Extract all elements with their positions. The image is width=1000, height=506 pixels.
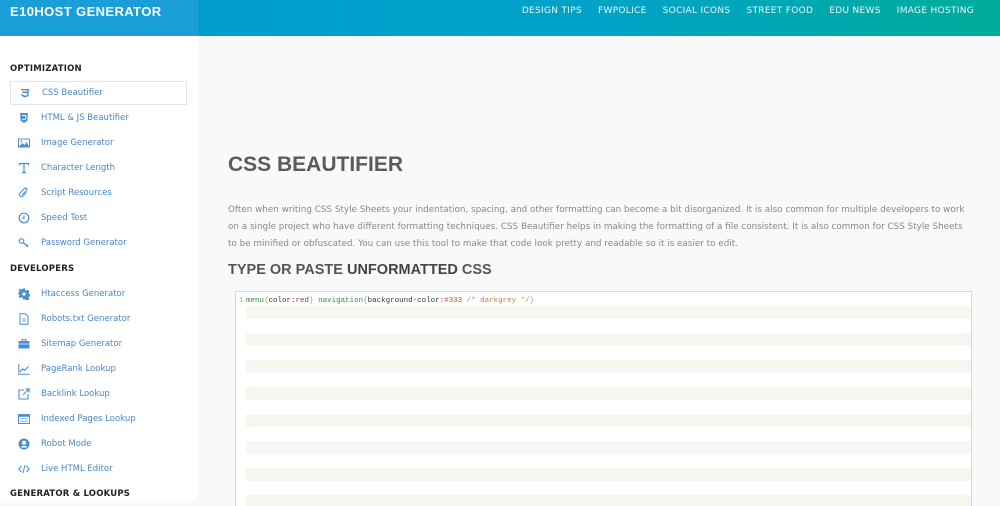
section-title-generator-lookups: GENERATOR & LOOKUPS <box>10 489 131 499</box>
editor-lines[interactable] <box>246 292 971 506</box>
paperclip-icon <box>17 186 31 200</box>
css-code-editor[interactable]: 1 menu{color: red} navigation{background-… <box>235 291 972 506</box>
brand-logo-text[interactable]: E10HOST GENERATOR <box>10 4 162 19</box>
sidebar-item-label: HTML & JS Beautifier <box>41 113 129 123</box>
sidebar-item-indexed-pages-lookup[interactable]: Indexed Pages Lookup <box>10 407 187 431</box>
nav-link-street-food[interactable]: STREET FOOD <box>746 6 813 16</box>
token-selector: navigation <box>313 297 364 305</box>
sidebar-item-css-beautifier[interactable]: CSS Beautifier <box>10 81 187 105</box>
token-property: background-color: <box>367 297 445 305</box>
file-icon <box>17 312 31 326</box>
css3-icon <box>18 86 32 100</box>
section-title-developers: DEVELOPERS <box>10 264 75 274</box>
sidebar-item-label: Live HTML Editor <box>41 464 113 474</box>
token-comment: /* darkgrey */ <box>462 297 530 305</box>
sidebar-item-robots-txt-generator[interactable]: Robots.txt Generator <box>10 307 187 331</box>
sidebar-item-sitemap-generator[interactable]: Sitemap Generator <box>10 332 187 356</box>
token-selector: menu <box>246 297 265 305</box>
sidebar-item-htaccess-generator[interactable]: Htaccess Generator <box>10 282 187 306</box>
image-icon <box>17 136 31 150</box>
nav-link-edu-news[interactable]: EDU NEWS <box>829 6 881 16</box>
user-circle-icon <box>17 437 31 451</box>
input-section-heading: TYPE OR PASTE UNFORMATTED CSS <box>228 262 492 278</box>
subheading-emphasis: UNFORMATTED <box>346 262 458 278</box>
sidebar-item-label: Robot Mode <box>41 439 92 449</box>
editor-gutter <box>236 292 246 506</box>
nav-link-social-icons[interactable]: SOCIAL ICONS <box>663 6 731 16</box>
page-title: CSS BEAUTIFIER <box>228 153 404 176</box>
main-content: CSS BEAUTIFIER Often when writing CSS St… <box>198 36 1000 506</box>
top-nav-links: DESIGN TIPS FWPOLICE SOCIAL ICONS STREET… <box>506 6 974 16</box>
html5-icon <box>17 111 31 125</box>
text-icon <box>17 161 31 175</box>
sidebar-item-backlink-lookup[interactable]: Backlink Lookup <box>10 382 187 406</box>
sidebar-item-live-html-editor[interactable]: Live HTML Editor <box>10 457 187 481</box>
sidebar-item-image-generator[interactable]: Image Generator <box>10 131 187 155</box>
token-value: red <box>295 297 310 305</box>
sidebar-item-label: CSS Beautifier <box>42 88 103 98</box>
sidebar-item-speed-test[interactable]: Speed Test <box>10 206 187 230</box>
sidebar-item-label: Speed Test <box>41 213 88 223</box>
sidebar-item-html-js-beautifier[interactable]: HTML & JS Beautifier <box>10 106 187 130</box>
sidebar-item-character-length[interactable]: Character Length <box>10 156 187 180</box>
line-chart-icon <box>17 362 31 376</box>
tool-description: Often when writing CSS Style Sheets your… <box>228 205 965 249</box>
key-icon <box>17 236 31 250</box>
sidebar-item-label: Indexed Pages Lookup <box>41 414 136 424</box>
sidebar-item-label: Robots.txt Generator <box>41 314 131 324</box>
sidebar-item-label: Sitemap Generator <box>41 339 123 349</box>
brand-block[interactable]: E10HOST GENERATOR <box>0 0 198 36</box>
section-title-optimization: OPTIMIZATION <box>10 64 82 74</box>
browser-icon <box>17 412 31 426</box>
subheading-suffix: CSS <box>457 262 492 278</box>
top-navigation-bar: E10HOST GENERATOR DESIGN TIPS FWPOLICE S… <box>0 0 1000 36</box>
nav-link-image-hosting[interactable]: IMAGE HOSTING <box>897 6 974 16</box>
gear-icon <box>17 287 31 301</box>
nav-link-fwpolice[interactable]: FWPOLICE <box>598 6 647 16</box>
clock-icon <box>17 211 31 225</box>
line-number: 1 <box>238 297 244 305</box>
external-link-icon <box>17 387 31 401</box>
sidebar-item-robot-mode[interactable]: Robot Mode <box>10 432 187 456</box>
sidebar-item-password-generator[interactable]: Password Generator <box>10 231 187 255</box>
sidebar-item-pagerank-lookup[interactable]: PageRank Lookup <box>10 357 187 381</box>
sidebar-item-label: Htaccess Generator <box>41 289 126 299</box>
token-brace: } <box>529 297 535 305</box>
sidebar-item-label: Password Generator <box>41 238 127 248</box>
subheading-prefix: TYPE OR PASTE <box>228 262 347 278</box>
sidebar-item-label: Script Resources <box>41 188 112 198</box>
nav-link-design-tips[interactable]: DESIGN TIPS <box>522 6 582 16</box>
editor-code-line[interactable]: 1 menu{color: red} navigation{background-… <box>236 295 534 307</box>
sidebar-item-label: Character Length <box>41 163 115 173</box>
sidebar: OPTIMIZATION CSS Beautifier HTML & JS Be… <box>0 36 198 500</box>
briefcase-icon <box>17 337 31 351</box>
sidebar-item-label: Backlink Lookup <box>41 389 110 399</box>
code-icon <box>17 462 31 476</box>
sidebar-item-label: Image Generator <box>41 138 114 148</box>
sidebar-item-script-resources[interactable]: Script Resources <box>10 181 187 205</box>
token-value: #333 <box>444 297 463 305</box>
token-property: color: <box>268 297 296 305</box>
sidebar-item-label: PageRank Lookup <box>41 364 116 374</box>
